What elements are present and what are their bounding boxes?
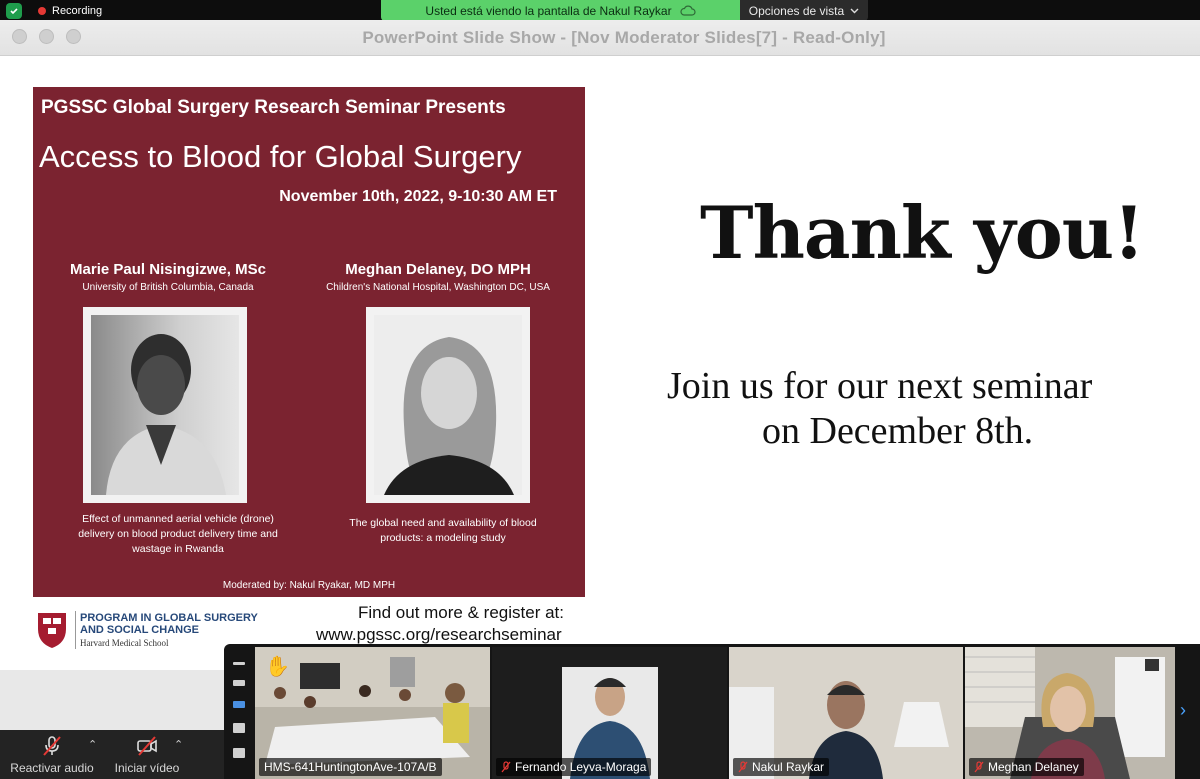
thank-you-heading: Thank you! bbox=[700, 190, 1145, 275]
gallery-tool-icon[interactable] bbox=[233, 680, 245, 686]
view-options-label: Opciones de vista bbox=[748, 3, 845, 18]
muted-microphone-icon bbox=[738, 761, 748, 773]
recording-indicator[interactable]: Recording bbox=[6, 3, 102, 19]
speaker-1-affiliation: University of British Columbia, Canada bbox=[82, 282, 254, 293]
ppt-title-bar: PowerPoint Slide Show - [Nov Moderator S… bbox=[0, 20, 1200, 56]
muted-microphone-icon bbox=[974, 761, 984, 773]
muted-microphone-icon bbox=[501, 761, 511, 773]
grid-view-icon[interactable] bbox=[233, 723, 245, 733]
speaker-2-name: Meghan Delaney, DO MPH bbox=[345, 261, 531, 278]
find-out-text: Find out more & register at: bbox=[358, 603, 564, 622]
next-page-chevron-icon[interactable]: › bbox=[1180, 700, 1186, 721]
next-seminar-line-2: on December 8th. bbox=[762, 410, 1034, 452]
program-name: PROGRAM IN GLOBAL SURGERY AND SOCIAL CHA… bbox=[80, 612, 258, 636]
strip-view-icon[interactable] bbox=[233, 748, 245, 758]
participant-tile-3[interactable]: Nakul Raykar bbox=[729, 647, 963, 779]
speaker-2-photo bbox=[366, 307, 530, 503]
participant-name-label: HMS-641HuntingtonAve-107A/B bbox=[259, 758, 442, 776]
moderated-by: Moderated by: Nakul Ryakar, MD MPH bbox=[222, 580, 396, 591]
flyer-date: November 10th, 2022, 9-10:30 AM ET bbox=[279, 188, 557, 205]
share-banner-text: Usted está viendo la pantalla de Nakul R… bbox=[425, 3, 672, 18]
recording-label: Recording bbox=[52, 5, 103, 17]
gallery-tool-icon[interactable] bbox=[233, 662, 245, 665]
gallery-view-tools bbox=[228, 662, 250, 772]
speaker-view-icon[interactable] bbox=[233, 701, 245, 708]
next-seminar-line-1: Join us for our next seminar bbox=[667, 365, 1093, 407]
svg-text:✋: ✋ bbox=[265, 654, 290, 678]
view-options-button[interactable]: Opciones de vista bbox=[740, 0, 868, 21]
participant-name-label: Fernando Leyva-Moraga bbox=[496, 758, 652, 776]
audio-options-chevron-icon[interactable]: ⌃ bbox=[88, 738, 97, 751]
speaker-2-affiliation: Children's National Hospital, Washington… bbox=[326, 282, 550, 293]
participant-tile-4[interactable]: Meghan Delaney bbox=[965, 647, 1175, 779]
seminar-flyer: PGSSC Global Surgery Research Seminar Pr… bbox=[33, 87, 585, 597]
flyer-title: Access to Blood for Global Surgery bbox=[39, 139, 522, 174]
powerpoint-window: PowerPoint Slide Show - [Nov Moderator S… bbox=[0, 20, 1200, 670]
recording-dot-icon bbox=[38, 7, 46, 15]
flyer-heading: PGSSC Global Surgery Research Seminar Pr… bbox=[41, 97, 506, 118]
speaker-1-photo bbox=[83, 307, 247, 503]
security-shield-icon[interactable] bbox=[6, 3, 22, 19]
ppt-window-title: PowerPoint Slide Show - [Nov Moderator S… bbox=[362, 28, 886, 47]
harvard-medical-school: Harvard Medical School bbox=[80, 638, 169, 648]
speaker-2-talk: The global need and availability of bloo… bbox=[349, 517, 537, 544]
muted-microphone-icon bbox=[43, 736, 61, 756]
screen-share-banner: Usted está viendo la pantalla de Nakul R… bbox=[381, 0, 740, 21]
speaker-1-name: Marie Paul Nisingizwe, MSc bbox=[70, 261, 266, 278]
chevron-down-icon bbox=[850, 8, 859, 13]
register-url: www.pgssc.org/researchseminar bbox=[316, 625, 562, 644]
unmute-audio-label: Reactivar audio bbox=[10, 761, 94, 775]
harvard-shield-icon bbox=[38, 613, 66, 648]
speaker-1-talk: Effect of unmanned aerial vehicle (drone… bbox=[78, 513, 278, 555]
participant-name-label: Meghan Delaney bbox=[969, 758, 1084, 776]
cloud-icon bbox=[679, 5, 696, 16]
participant-name-label: Nakul Raykar bbox=[733, 758, 830, 776]
stopped-camera-icon bbox=[137, 736, 157, 756]
meeting-controls: Reactivar audio ⌃ Iniciar vídeo ⌃ bbox=[0, 730, 230, 779]
participant-tile-2[interactable]: Fernando Leyva-Moraga bbox=[492, 647, 727, 779]
unmute-audio-button[interactable]: Reactivar audio bbox=[8, 735, 96, 775]
start-video-label: Iniciar vídeo bbox=[114, 761, 180, 775]
video-options-chevron-icon[interactable]: ⌃ bbox=[174, 738, 183, 751]
participant-tile-1[interactable]: ✋ HMS-641HuntingtonAve-107A/B bbox=[255, 647, 490, 779]
slide: PGSSC Global Surgery Research Seminar Pr… bbox=[0, 57, 1200, 670]
zoom-window: Recording Usted está viendo la pantalla … bbox=[0, 0, 1200, 779]
